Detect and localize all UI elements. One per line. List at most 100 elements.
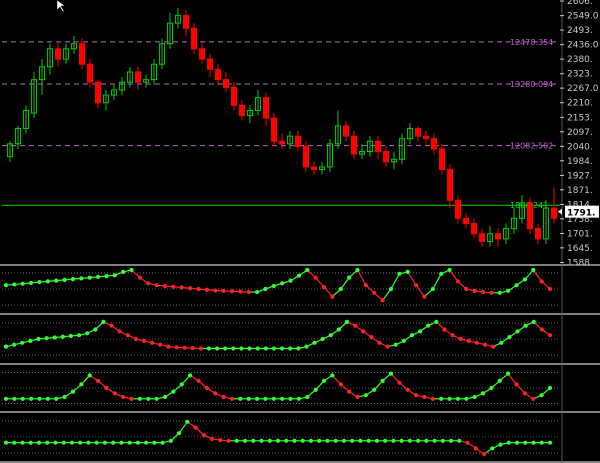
oscillator-point <box>466 338 471 343</box>
oscillator-point <box>29 396 34 401</box>
oscillator-point <box>188 286 193 291</box>
oscillator-point <box>372 290 377 295</box>
oscillator-point <box>472 288 477 293</box>
oscillator-point <box>280 396 285 401</box>
y-tick-label: 2549.0 <box>567 12 599 22</box>
oscillator-point <box>320 336 325 342</box>
oscillator-point <box>522 391 527 396</box>
oscillator-point <box>196 286 201 292</box>
oscillator-point <box>458 336 463 342</box>
oscillator-point <box>507 335 512 340</box>
oscillator-point <box>344 319 350 324</box>
oscillator-point <box>474 340 480 345</box>
oscillator-point <box>498 442 503 447</box>
oscillator-point <box>267 438 272 443</box>
oscillator-point <box>221 288 226 293</box>
oscillator-point <box>401 338 406 343</box>
oscillator-point <box>531 319 536 324</box>
oscillator-point <box>37 280 42 285</box>
oscillator-point <box>20 440 25 445</box>
oscillator-point <box>60 334 65 339</box>
oscillator-point <box>117 329 122 334</box>
candle-body <box>94 81 102 104</box>
oscillator-point <box>317 438 322 443</box>
oscillator-point <box>422 294 427 299</box>
candle-body <box>294 135 302 147</box>
oscillator-point <box>53 440 58 445</box>
y-tick-label: 1645. <box>567 244 593 254</box>
candle-body <box>526 202 534 230</box>
oscillator-point <box>209 436 215 441</box>
oscillator-point <box>109 323 114 328</box>
oscillator-point <box>531 267 536 273</box>
oscillator-point <box>330 373 335 378</box>
oscillator-point <box>413 393 419 398</box>
y-tick-label: 2267.0 <box>567 84 599 94</box>
oscillator-point <box>288 278 293 283</box>
oscillator-point <box>313 387 318 392</box>
oscillator-point <box>491 344 496 349</box>
oscillator-point <box>432 438 437 443</box>
oscillator-point <box>45 396 50 401</box>
oscillator-point <box>229 396 235 401</box>
oscillator-point <box>300 438 305 443</box>
oscillator-point <box>254 289 260 295</box>
oscillator-point <box>434 319 439 324</box>
oscillator-point <box>247 346 252 351</box>
oscillator-point <box>313 275 318 280</box>
candle-body <box>374 140 382 153</box>
oscillator-point <box>363 393 368 398</box>
oscillator-point <box>358 438 363 443</box>
oscillator-point <box>104 385 109 391</box>
oscillator-point <box>251 438 256 443</box>
oscillator-point <box>246 396 251 401</box>
candle-body <box>54 48 62 60</box>
oscillator-point <box>171 284 176 289</box>
oscillator-point <box>347 389 352 394</box>
candle-body <box>422 135 430 140</box>
oscillator-point <box>185 419 190 424</box>
oscillator-point <box>162 394 168 400</box>
oscillator-point <box>430 286 435 292</box>
oscillator-point <box>3 440 9 445</box>
oscillator-point <box>154 396 159 401</box>
oscillator-point <box>328 333 333 338</box>
oscillator-point <box>350 438 355 443</box>
oscillator-point <box>305 267 310 273</box>
oscillator-point <box>413 283 419 288</box>
oscillator-point <box>330 294 335 299</box>
oscillator-point <box>69 440 75 445</box>
oscillator-point <box>93 327 98 332</box>
oscillator-point <box>497 378 502 383</box>
oscillator-point <box>448 438 454 443</box>
level-label: 12082.502 <box>510 142 553 151</box>
candle-body <box>550 207 558 219</box>
oscillator-point <box>229 289 235 294</box>
oscillator-point <box>388 286 394 292</box>
oscillator-point <box>182 345 187 350</box>
oscillator-point <box>54 278 59 283</box>
oscillator-point <box>213 391 218 396</box>
chart-window: 12478.35413280.09412082.5021806.241 2606… <box>0 0 600 463</box>
oscillator-point <box>20 340 25 345</box>
oscillator-point <box>506 371 511 376</box>
oscillator-point <box>385 344 390 349</box>
level-label: 12478.354 <box>510 38 553 47</box>
oscillator-point <box>87 275 92 280</box>
oscillator-point <box>12 282 17 287</box>
y-tick-label: 1701. <box>567 229 593 239</box>
oscillator-point <box>355 267 360 273</box>
oscillator-point <box>514 440 520 445</box>
oscillator-point <box>242 438 248 443</box>
candle-body <box>78 43 86 65</box>
oscillator-point <box>296 273 302 278</box>
oscillator-point <box>341 438 347 443</box>
candle-body <box>494 233 502 240</box>
oscillator-point <box>531 440 536 445</box>
y-tick-label: 1588. <box>567 259 593 269</box>
oscillator-point <box>547 385 553 391</box>
oscillator-point <box>539 327 544 332</box>
candle-body <box>438 148 446 171</box>
oscillator-point <box>489 290 494 295</box>
oscillator-point <box>158 342 163 347</box>
